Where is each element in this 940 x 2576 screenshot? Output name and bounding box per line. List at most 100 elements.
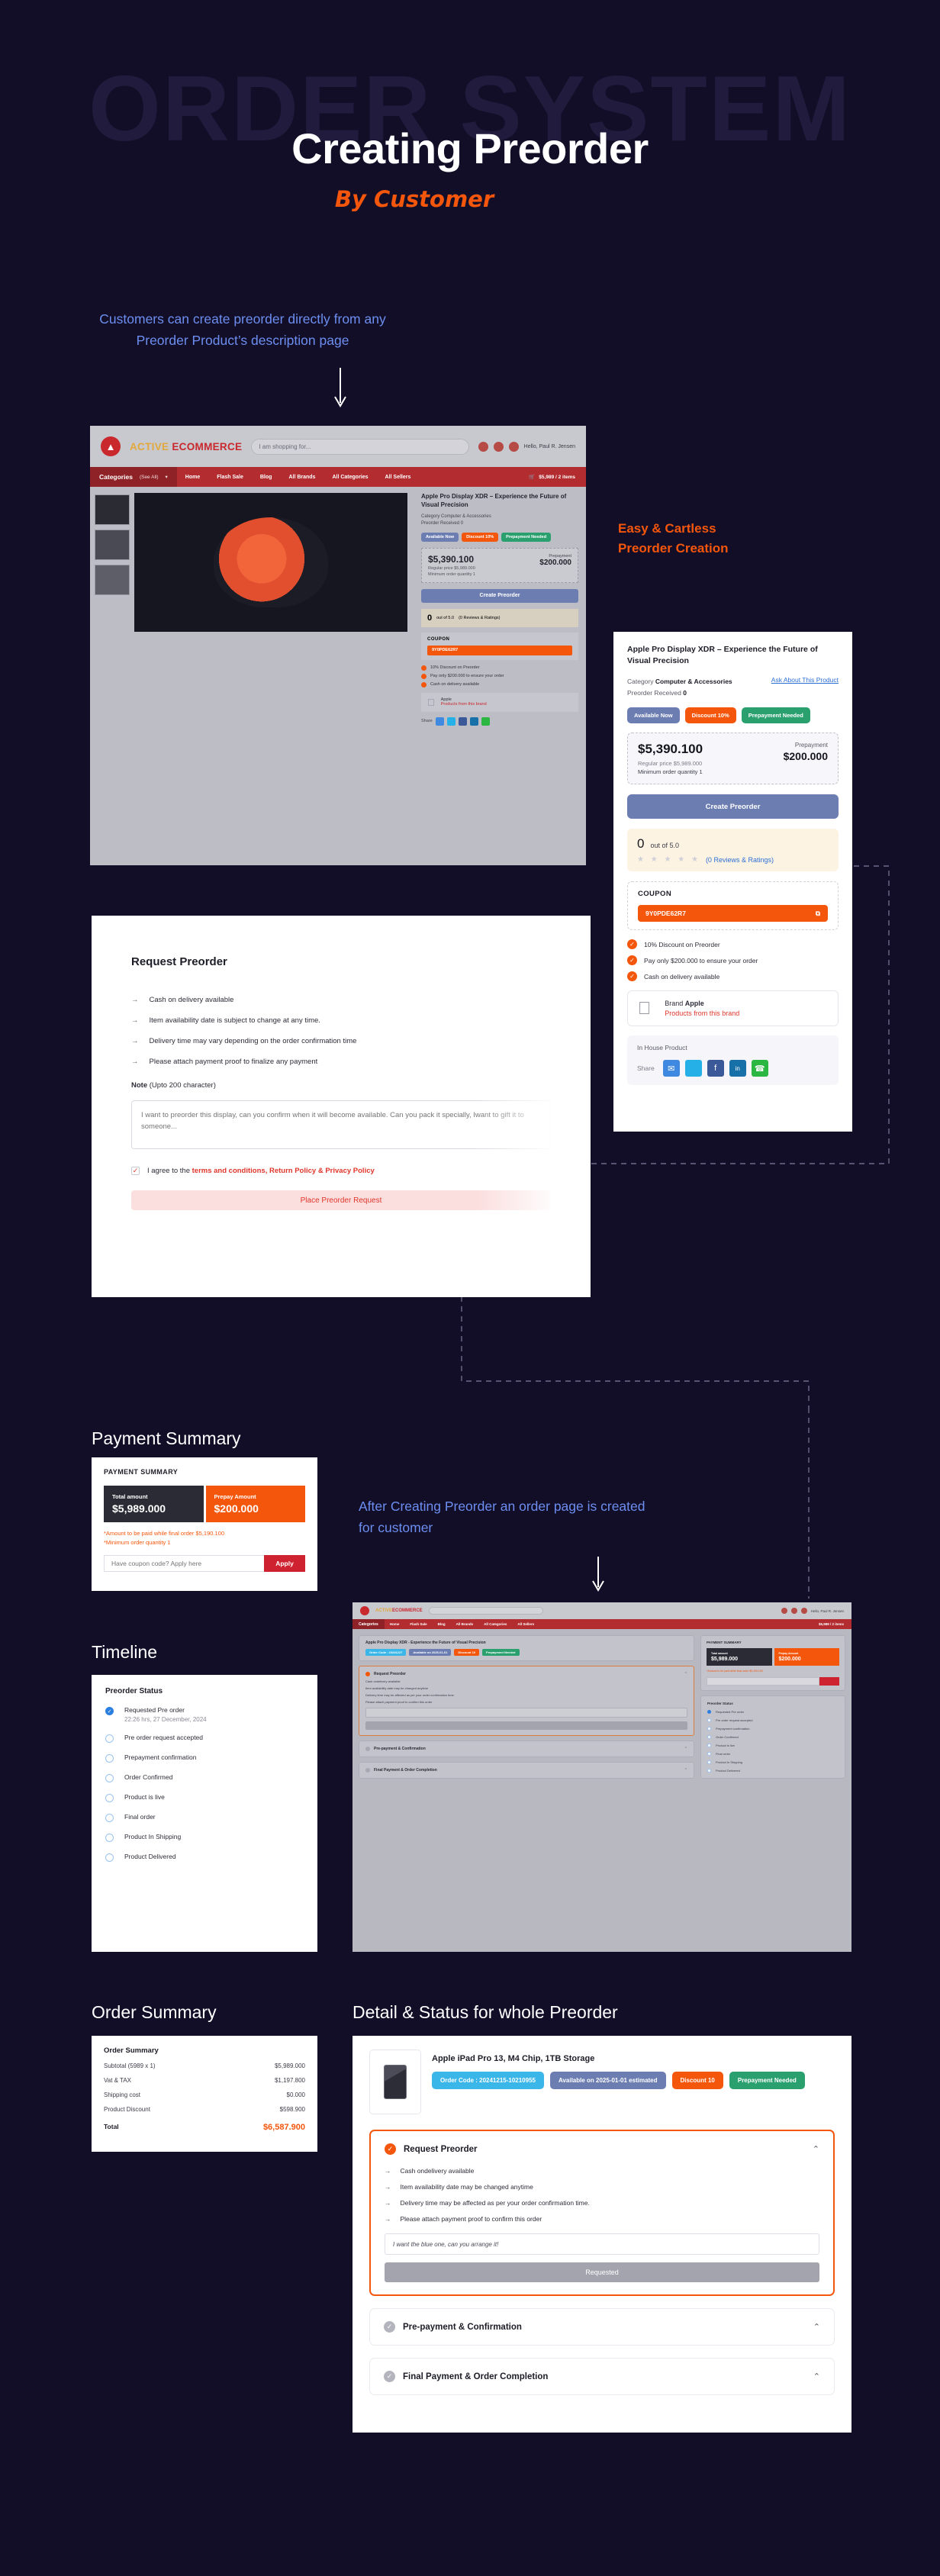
chip-discount: Discount 10 xyxy=(672,2072,723,2089)
order-page-screenshot: ACTIVEECOMMERCE Hello, Paul R. Jensen Ca… xyxy=(352,1602,851,1952)
copy-icon[interactable]: ⧉ xyxy=(816,910,820,918)
rating-out-of: out of 5.0 xyxy=(650,842,679,849)
nav-blog[interactable]: Blog xyxy=(433,1622,451,1626)
nav-all-categories[interactable]: All Categories xyxy=(478,1622,512,1626)
coupon-code[interactable]: 9Y0PDE62R7 xyxy=(427,646,572,655)
nav-flash-sale[interactable]: Flash Sale xyxy=(404,1622,432,1626)
chip-available-on: Available on 2025-01-01 estimated xyxy=(550,2072,666,2089)
nav-all-brands[interactable]: All Brands xyxy=(280,475,324,480)
payment-summary-card: PAYMENT SUMMARY Total amount $5,989.000 … xyxy=(92,1457,317,1591)
whatsapp-icon[interactable]: ☎ xyxy=(752,1060,768,1077)
nav-home[interactable]: Home xyxy=(177,475,208,480)
compare-icon[interactable] xyxy=(791,1608,797,1614)
facebook-icon[interactable]: f xyxy=(707,1060,724,1077)
coupon-code-input[interactable] xyxy=(104,1555,264,1572)
user-label[interactable]: Hello, Paul R. Jensen xyxy=(811,1609,844,1613)
ecommerce-nav: Categories (See All) ▾ Home Flash Sale B… xyxy=(90,467,586,487)
search-input[interactable] xyxy=(429,1607,543,1615)
nav-home[interactable]: Home xyxy=(385,1622,405,1626)
chevron-up-icon[interactable]: ⌃ xyxy=(684,1747,687,1751)
accordion-title: Pre-payment & Confirmation xyxy=(403,2323,522,2332)
brand-name: ACTIVEECOMMERCE xyxy=(375,1608,423,1613)
wishlist-icon[interactable] xyxy=(781,1608,787,1614)
order-prepayment-accordion[interactable]: Pre-payment & Confirmation ⌃ xyxy=(359,1740,694,1757)
timeline-step: Prepayment confirmation xyxy=(105,1753,304,1763)
order-product-chips: Order Code : 20241227 Available on 2025-… xyxy=(365,1649,687,1656)
order-note-field[interactable] xyxy=(365,1708,687,1718)
reviews-count-link[interactable]: (0 Reviews & Ratings) xyxy=(706,856,774,864)
arrow-right-icon: → xyxy=(385,2167,391,2175)
requested-button: Requested xyxy=(385,2262,819,2282)
product-badges: Available Now Discount 10% Prepayment Ne… xyxy=(421,533,578,542)
thumbnail-2[interactable] xyxy=(95,530,130,560)
order-request-accordion[interactable]: Request Preorder ⌃ Cash ondelivery avail… xyxy=(359,1666,694,1736)
reviews-link[interactable]: (0 Reviews & Ratings) xyxy=(459,616,500,620)
request-preorder-modal-screenshot: ✕ Request Preorder →Cash on delivery ava… xyxy=(92,916,591,1297)
brand-block:  Apple Products from this brand xyxy=(421,693,578,712)
detail-coupon-block: COUPON 9Y0PDE62R7 ⧉ xyxy=(627,881,839,930)
final-payment-accordion[interactable]: ✓ Final Payment & Order Completion ⌃ xyxy=(369,2358,835,2395)
cart-summary[interactable]: $5,989 / 2 items xyxy=(819,1622,844,1626)
agree-checkbox[interactable]: ✓ xyxy=(131,1167,140,1175)
thumbnail-3[interactable] xyxy=(95,565,130,595)
apply-button[interactable]: Apply xyxy=(264,1555,305,1572)
thumbnail-1[interactable] xyxy=(95,494,130,525)
mail-icon[interactable]: ✉ xyxy=(663,1060,680,1077)
wishlist-icon[interactable] xyxy=(478,442,488,452)
ask-about-product-link[interactable]: Ask About This Product xyxy=(771,676,839,698)
brand-products-link[interactable]: Products from this brand xyxy=(665,1009,739,1017)
page-title: Creating Preorder xyxy=(0,124,940,173)
check-icon: ✓ xyxy=(627,971,637,981)
chevron-up-icon[interactable]: ⌃ xyxy=(684,1768,687,1773)
nav-blog[interactable]: Blog xyxy=(252,475,281,480)
coupon-code-bar[interactable]: 9Y0PDE62R7 ⧉ xyxy=(638,905,828,922)
chevron-up-icon[interactable]: ⌃ xyxy=(684,1672,687,1676)
mail-icon[interactable] xyxy=(436,717,444,726)
notification-icon[interactable] xyxy=(801,1608,807,1614)
product-main-image xyxy=(134,493,407,632)
notification-icon[interactable] xyxy=(509,442,519,452)
chevron-up-icon[interactable]: ⌃ xyxy=(813,2144,819,2154)
nav-all-sellers[interactable]: All Sellers xyxy=(512,1622,539,1626)
brand-link[interactable]: Products from this brand xyxy=(441,702,487,707)
step-status-icon xyxy=(105,1734,114,1743)
create-preorder-button-large[interactable]: Create Preorder xyxy=(627,794,839,819)
search-input[interactable]: I am shopping for... xyxy=(251,439,468,455)
order-final-accordion[interactable]: Final Payment & Order Completion ⌃ xyxy=(359,1762,694,1779)
price-value: $5,390.100 xyxy=(428,554,475,565)
facebook-icon[interactable] xyxy=(459,717,467,726)
compare-icon[interactable] xyxy=(494,442,504,452)
detail-benefits: ✓ 10% Discount on Preorder ✓ Pay only $200… xyxy=(627,939,839,981)
prepayment-confirmation-accordion[interactable]: ✓ Pre-payment & Confirmation ⌃ xyxy=(369,2308,835,2346)
payment-summary-heading: PAYMENT SUMMARY xyxy=(104,1468,305,1476)
check-icon xyxy=(421,665,427,671)
user-label[interactable]: Hello, Paul R. Jensen xyxy=(524,444,575,449)
cart-icon: 🛒 xyxy=(529,474,535,480)
benefit-bullets: 10% Discount on Preorder Pay only $200.0… xyxy=(421,665,578,687)
nav-all-sellers[interactable]: All Sellers xyxy=(377,475,420,480)
chevron-up-icon[interactable]: ⌃ xyxy=(813,2372,820,2381)
request-preorder-accordion[interactable]: ✓ Request Preorder ⌃ → Cash ondelivery av… xyxy=(369,2130,835,2296)
coupon-code-input[interactable] xyxy=(707,1677,819,1686)
categories-menu[interactable]: Categories xyxy=(352,1619,385,1629)
cart-summary[interactable]: 🛒 $5,989 / 2 items xyxy=(529,474,575,480)
twitter-icon[interactable] xyxy=(447,717,456,726)
order-requested-button[interactable] xyxy=(365,1721,687,1730)
categories-menu[interactable]: Categories (See All) ▾ xyxy=(90,467,177,487)
apply-button[interactable] xyxy=(819,1677,839,1686)
linkedin-icon[interactable] xyxy=(470,717,478,726)
summary-row: Vat & TAX $1,197.800 xyxy=(104,2077,305,2084)
benefit-discount: ✓ 10% Discount on Preorder xyxy=(627,939,839,949)
twitter-icon[interactable]: 𝉹 xyxy=(685,1060,702,1077)
customer-note-field[interactable]: I want the blue one, can you arrange it! xyxy=(385,2233,819,2255)
chevron-up-icon[interactable]: ⌃ xyxy=(813,2322,820,2332)
order-timeline: Preorder Status Requested Pre order Pre … xyxy=(700,1695,845,1779)
thumbnail-rail xyxy=(90,487,134,865)
nav-all-categories[interactable]: All Categories xyxy=(324,475,376,480)
linkedin-icon[interactable]: in xyxy=(729,1060,746,1077)
step-status-icon xyxy=(707,1752,711,1756)
create-preorder-button[interactable]: Create Preorder xyxy=(421,589,578,603)
whatsapp-icon[interactable] xyxy=(481,717,490,726)
nav-flash-sale[interactable]: Flash Sale xyxy=(208,475,252,480)
nav-all-brands[interactable]: All Brands xyxy=(451,1622,479,1626)
